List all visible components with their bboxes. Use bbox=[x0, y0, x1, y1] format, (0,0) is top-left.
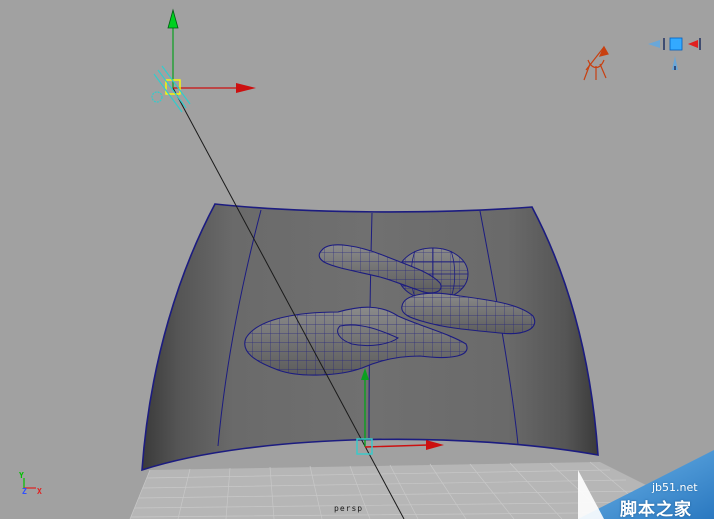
axis-y-label: Y bbox=[19, 471, 24, 480]
view-cube[interactable] bbox=[648, 37, 701, 70]
watermark-url: jb51.net bbox=[652, 481, 698, 494]
maya-perspective-viewport[interactable]: persp Y Z X jb51.net 脚本之家 bbox=[0, 0, 714, 519]
camera-manipulator[interactable] bbox=[151, 8, 256, 113]
watermark-name: 脚本之家 bbox=[620, 500, 692, 519]
scene-canvas[interactable] bbox=[0, 0, 714, 519]
spot-light-icon[interactable] bbox=[583, 45, 609, 81]
camera-label: persp bbox=[334, 504, 364, 513]
axis-z-label: Z bbox=[22, 487, 27, 496]
axis-x-label: X bbox=[37, 487, 42, 496]
